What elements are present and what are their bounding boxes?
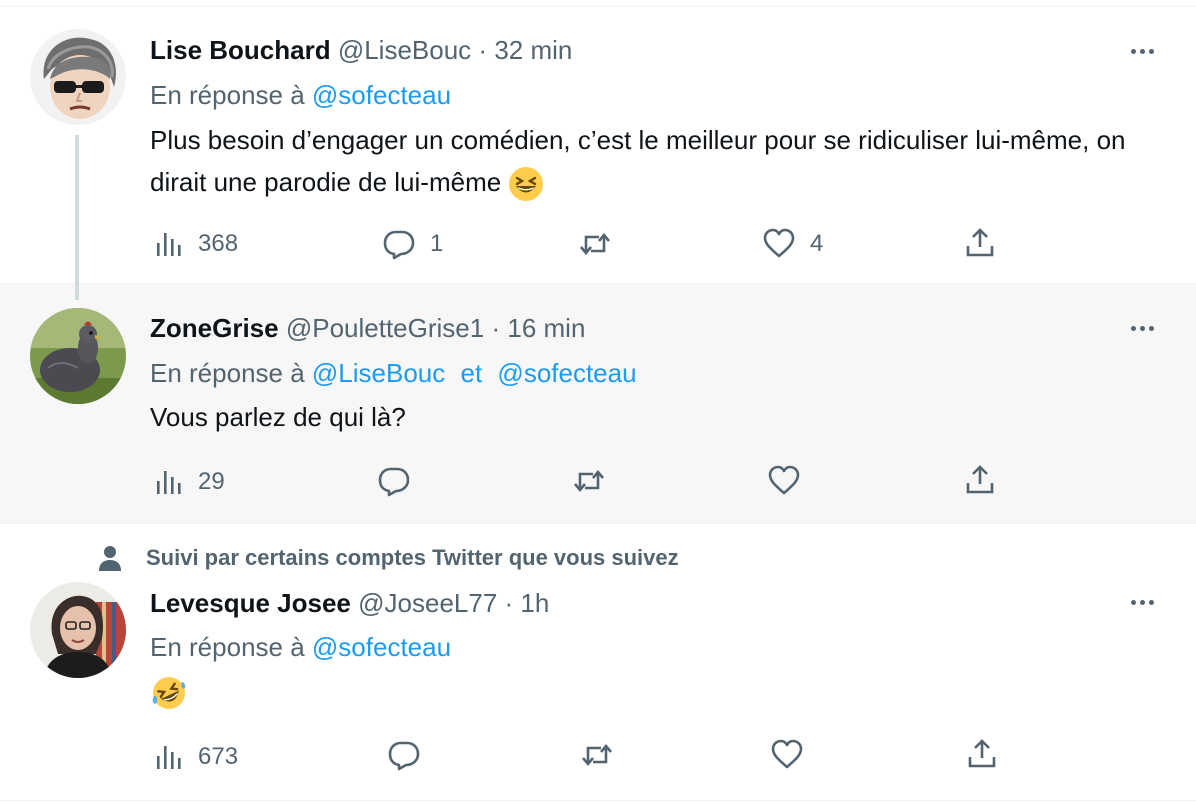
avatar-levesque-josee[interactable] bbox=[30, 582, 126, 678]
separator: · bbox=[478, 35, 488, 65]
avatar-zonegrise[interactable] bbox=[30, 308, 126, 404]
dot-icon bbox=[1139, 599, 1145, 605]
tweet-lise-bouchard[interactable]: Lise Bouchard @LiseBouc · 32 min En répo… bbox=[0, 7, 1196, 284]
reply-action[interactable] bbox=[377, 464, 425, 498]
views-count: 673 bbox=[198, 743, 239, 770]
dot-icon bbox=[1130, 325, 1136, 331]
mention-link[interactable]: @sofecteau bbox=[312, 80, 451, 110]
social-context: Suivi par certains comptes Twitter que v… bbox=[98, 545, 679, 571]
share-action[interactable] bbox=[966, 738, 998, 770]
reply-prefix: En réponse à bbox=[150, 632, 305, 662]
rolling-on-the-floor-laughing-icon bbox=[152, 677, 186, 710]
grinning-squinting-face-icon bbox=[509, 167, 544, 202]
share-action[interactable] bbox=[964, 227, 996, 259]
mention-link[interactable]: @LiseBouc bbox=[312, 358, 445, 388]
social-context-text: Suivi par certains comptes Twitter que v… bbox=[146, 545, 679, 570]
like-count: 4 bbox=[810, 230, 824, 257]
dot-icon bbox=[1148, 325, 1154, 331]
share-action[interactable] bbox=[964, 464, 996, 496]
avatar-lise-bouchard[interactable] bbox=[30, 29, 126, 125]
avatar-image bbox=[30, 29, 126, 125]
share-icon bbox=[966, 228, 994, 257]
thread-connector-line bbox=[75, 135, 79, 284]
tweet-header: Levesque Josee @JoseeL77 · 1h bbox=[150, 587, 549, 619]
tweet-header: ZoneGrise @PouletteGrise1 · 16 min bbox=[150, 312, 585, 344]
views-action[interactable]: 673 bbox=[154, 742, 238, 772]
reply-context: En réponse à @sofecteau bbox=[150, 631, 451, 663]
tweet-text bbox=[150, 670, 1150, 712]
reply-context: En réponse à @sofecteau bbox=[150, 79, 451, 111]
separator: · bbox=[491, 313, 501, 343]
reply-context: En réponse à @LiseBouc et @sofecteau bbox=[150, 357, 637, 389]
retweet-action[interactable] bbox=[577, 227, 627, 261]
dot-icon bbox=[1139, 48, 1145, 54]
avatar-image bbox=[30, 308, 126, 404]
author-handle[interactable]: @JoseeL77 bbox=[358, 588, 497, 618]
thread-connector-line bbox=[75, 284, 79, 300]
tweet-text: Vous parlez de qui là? bbox=[150, 396, 1150, 438]
views-action[interactable]: 368 bbox=[154, 229, 238, 259]
dot-icon bbox=[1148, 599, 1154, 605]
heart-icon bbox=[768, 465, 800, 495]
more-options-button[interactable] bbox=[1124, 316, 1160, 340]
dot-icon bbox=[1130, 48, 1136, 54]
more-options-button[interactable] bbox=[1124, 590, 1160, 614]
analytics-icon bbox=[157, 233, 181, 256]
dot-icon bbox=[1139, 325, 1145, 331]
reply-prefix: En réponse à bbox=[150, 358, 305, 388]
heart-icon bbox=[771, 739, 803, 769]
reply-count: 1 bbox=[430, 230, 444, 257]
like-action[interactable] bbox=[770, 738, 818, 772]
timestamp[interactable]: 16 min bbox=[507, 313, 585, 343]
dot-icon bbox=[1130, 599, 1136, 605]
views-count: 368 bbox=[198, 230, 239, 257]
dot-icon bbox=[1148, 48, 1154, 54]
heart-icon bbox=[763, 228, 795, 258]
tweet-text: Plus besoin d’engager un comédien, c’est… bbox=[150, 119, 1150, 203]
top-divider bbox=[0, 0, 1196, 7]
retweet-icon bbox=[582, 743, 612, 767]
retweet-action[interactable] bbox=[571, 464, 621, 498]
reply-action[interactable]: 1 bbox=[382, 227, 443, 261]
author-name[interactable]: Lise Bouchard bbox=[150, 35, 331, 65]
views-action[interactable]: 29 bbox=[154, 467, 225, 497]
like-action[interactable]: 4 bbox=[762, 227, 823, 261]
retweet-action[interactable] bbox=[579, 738, 629, 772]
retweet-icon bbox=[574, 469, 604, 493]
reply-action[interactable] bbox=[387, 738, 435, 772]
reply-conjunction: et bbox=[460, 358, 483, 388]
retweet-icon bbox=[580, 232, 610, 256]
share-icon bbox=[966, 465, 994, 494]
author-handle[interactable]: @LiseBouc bbox=[338, 35, 471, 65]
author-name[interactable]: ZoneGrise bbox=[150, 313, 279, 343]
reply-icon bbox=[383, 230, 415, 260]
tweet-text-content: Plus besoin d’engager un comédien, c’est… bbox=[150, 125, 1126, 197]
timestamp[interactable]: 32 min bbox=[494, 35, 572, 65]
more-options-button[interactable] bbox=[1124, 39, 1160, 63]
analytics-icon bbox=[157, 471, 181, 494]
timestamp[interactable]: 1h bbox=[520, 588, 549, 618]
reply-icon bbox=[378, 467, 410, 497]
views-count: 29 bbox=[198, 468, 225, 495]
mention-link[interactable]: @sofecteau bbox=[312, 632, 451, 662]
reply-prefix: En réponse à bbox=[150, 80, 305, 110]
separator: · bbox=[504, 588, 514, 618]
share-icon bbox=[968, 739, 996, 768]
avatar-image bbox=[30, 582, 126, 678]
reply-icon bbox=[388, 741, 420, 771]
like-action[interactable] bbox=[767, 464, 815, 498]
analytics-icon bbox=[157, 746, 181, 769]
author-handle[interactable]: @PouletteGrise1 bbox=[286, 313, 484, 343]
mention-link[interactable]: @sofecteau bbox=[497, 358, 636, 388]
tweet-text-content: Vous parlez de qui là? bbox=[150, 402, 406, 432]
tweet-header: Lise Bouchard @LiseBouc · 32 min bbox=[150, 34, 572, 66]
author-name[interactable]: Levesque Josee bbox=[150, 588, 351, 618]
person-icon bbox=[99, 546, 121, 571]
tweet-zonegrise[interactable]: ZoneGrise @PouletteGrise1 · 16 min En ré… bbox=[0, 284, 1196, 524]
